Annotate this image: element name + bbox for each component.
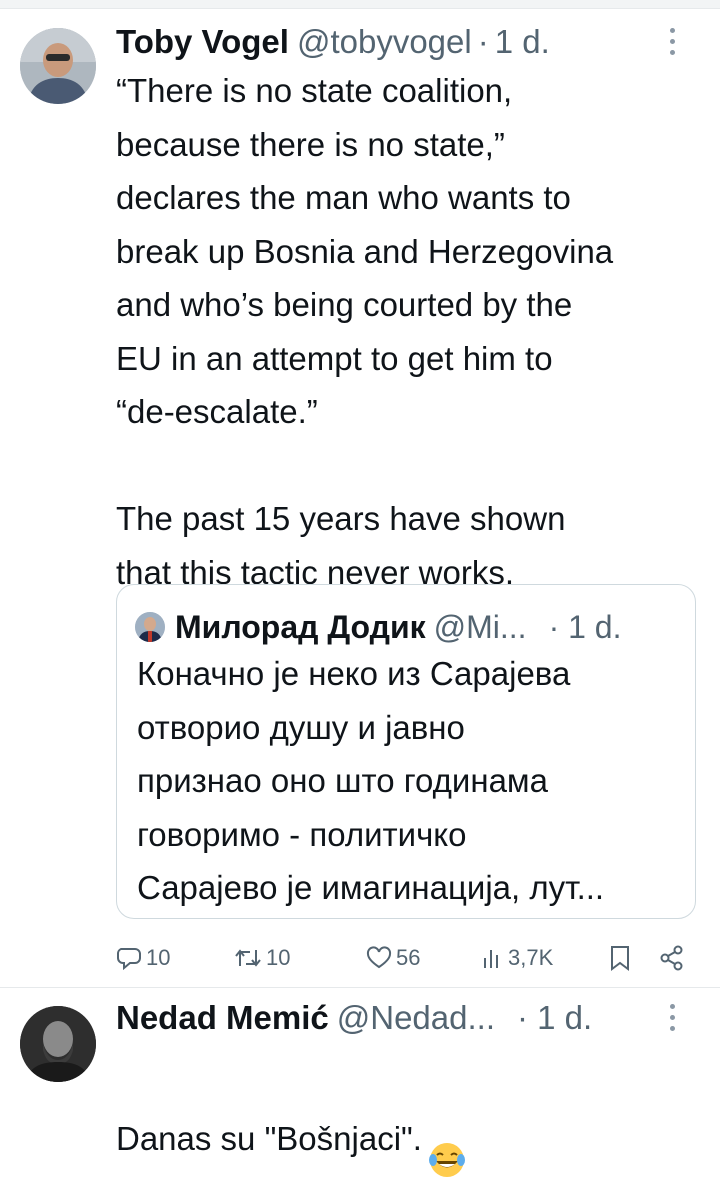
share-button[interactable]: [659, 938, 689, 978]
bookmark-button[interactable]: [609, 938, 635, 978]
author-handle[interactable]: @tobyvogel: [297, 23, 472, 61]
views-button[interactable]: 3,7K: [482, 938, 553, 978]
retweet-button[interactable]: 10: [234, 938, 290, 978]
heart-icon: [366, 946, 392, 969]
quote-text: Коначно је неко из Сарајева отворио душу…: [137, 655, 605, 906]
quote-author-handle: @Mi...: [433, 608, 527, 645]
views-count: 3,7K: [508, 945, 554, 970]
like-count: 56: [396, 945, 421, 970]
tweet-divider: [0, 987, 720, 988]
reply-icon: [117, 948, 141, 970]
share-icon: [660, 945, 683, 971]
reply-button[interactable]: 10: [116, 938, 170, 978]
retweet-count: 10: [266, 945, 291, 970]
reply-count: 10: [146, 945, 171, 970]
tweet-text-content: Danas su "Bošnjaci".: [116, 1119, 422, 1157]
tweet-actions: 10 10 56 3,7K: [116, 938, 696, 978]
timestamp[interactable]: · 1 d.: [517, 999, 592, 1037]
author-name[interactable]: Nedad Memić: [116, 999, 329, 1037]
separator-dot: ·: [477, 23, 489, 60]
quote-author-name: Милорад Додик: [175, 608, 426, 645]
quote-timestamp: · 1 d.: [548, 608, 622, 645]
avatar[interactable]: [20, 28, 96, 104]
more-icon[interactable]: [670, 1004, 676, 1032]
tweet-text: Danas su "Bošnjaci".: [116, 1034, 706, 1195]
tweet-header: Toby Vogel @tobyvogel · 1 d.: [116, 22, 700, 62]
quote-header: Милорад Додик @Mi... · 1 d.: [135, 607, 679, 647]
avatar[interactable]: [20, 1006, 96, 1082]
tweet-header: Nedad Memić @Nedad... · 1 d.: [116, 998, 700, 1038]
tweet-text: “There is no state coalition, because th…: [116, 72, 614, 591]
views-icon: [484, 950, 498, 968]
author-name[interactable]: Toby Vogel: [116, 23, 289, 61]
quote-avatar: [135, 612, 165, 642]
like-button[interactable]: 56: [366, 938, 420, 978]
timestamp[interactable]: 1 d.: [495, 23, 550, 61]
previous-tweet-divider: [0, 0, 720, 9]
quoted-tweet[interactable]: Милорад Додик @Mi... · 1 d. Коначно је н…: [116, 584, 696, 919]
more-icon[interactable]: [670, 28, 676, 56]
author-handle[interactable]: @Nedad...: [337, 999, 495, 1037]
retweet-icon: [235, 949, 261, 967]
bookmark-icon: [611, 946, 629, 971]
